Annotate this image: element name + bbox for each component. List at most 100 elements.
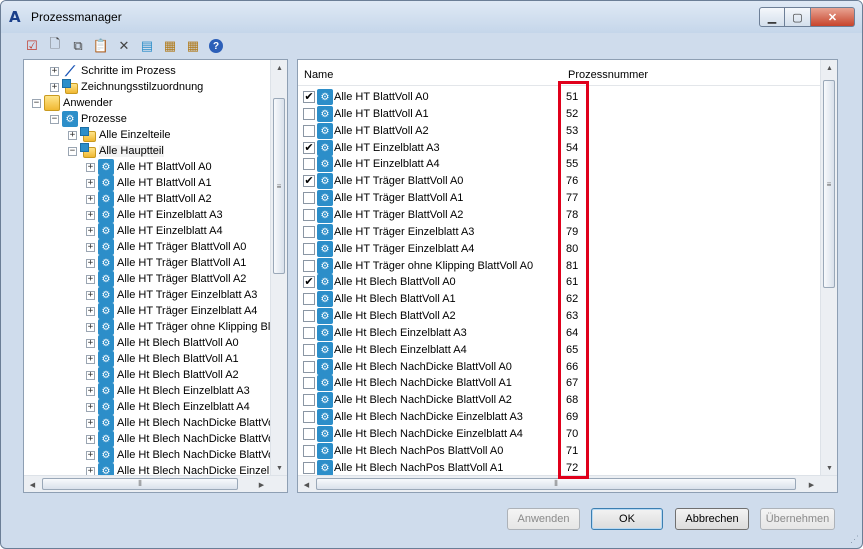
tree-node[interactable]: + ⚙ Alle Ht Blech Einzelblatt A3 xyxy=(86,383,250,399)
tree-node[interactable]: + ⚙ Alle HT BlattVoll A0 xyxy=(86,159,212,175)
import-icon[interactable]: ▦ xyxy=(161,37,179,55)
copy-icon[interactable]: ⧉ xyxy=(69,37,87,55)
row-checkbox[interactable] xyxy=(303,293,315,305)
expand-icon[interactable]: + xyxy=(86,306,95,316)
tree-node[interactable]: + ⚙ Alle Ht Blech NachDicke BlattVol xyxy=(86,447,272,463)
tree-node[interactable]: + ⚙ Alle HT Träger Einzelblatt A4 xyxy=(86,303,257,319)
tree-node[interactable]: + ⚙ Alle HT Träger BlattVoll A0 xyxy=(86,239,246,255)
expand-icon[interactable]: + xyxy=(86,450,95,460)
expand-icon[interactable]: + xyxy=(86,162,95,172)
tree-scroll-thumb[interactable]: ≡ xyxy=(273,98,285,274)
accept-button[interactable]: Übernehmen xyxy=(760,508,835,530)
row-checkbox[interactable] xyxy=(303,428,315,440)
row-checkbox[interactable] xyxy=(303,260,315,272)
tree-node[interactable]: + ⚙ Alle HT BlattVoll A2 xyxy=(86,191,212,207)
row-checkbox[interactable] xyxy=(303,377,315,389)
row-checkbox[interactable]: ✔ xyxy=(303,142,315,154)
row-checkbox[interactable] xyxy=(303,108,315,120)
tree-horizontal-scrollbar[interactable]: ◀ ⦀ ▶ xyxy=(24,475,287,492)
expand-icon[interactable]: + xyxy=(50,82,59,92)
scroll-right-icon[interactable]: ▶ xyxy=(253,476,270,492)
row-checkbox[interactable] xyxy=(303,361,315,373)
collapse-icon[interactable]: − xyxy=(32,98,41,108)
scroll-left-icon[interactable]: ◀ xyxy=(298,476,315,492)
row-checkbox[interactable] xyxy=(303,125,315,137)
tree-node[interactable]: + ⚙ Alle HT BlattVoll A1 xyxy=(86,175,212,191)
row-checkbox[interactable]: ✔ xyxy=(303,91,315,103)
tree-node[interactable]: − ⚙ Prozesse xyxy=(50,111,127,127)
export-icon[interactable]: ▦ xyxy=(184,37,202,55)
new-icon[interactable]: 🗋 xyxy=(46,36,64,55)
expand-icon[interactable]: + xyxy=(86,338,95,348)
expand-icon[interactable]: + xyxy=(86,370,95,380)
tree-node[interactable]: + Alle Einzelteile xyxy=(68,127,171,143)
tree-hscroll-thumb[interactable]: ⦀ xyxy=(42,478,238,490)
cancel-button[interactable]: Abbrechen xyxy=(675,508,749,530)
tree-node[interactable]: + ⚙ Alle HT Träger Einzelblatt A3 xyxy=(86,287,257,303)
row-checkbox[interactable]: ✔ xyxy=(303,276,315,288)
collapse-icon[interactable]: − xyxy=(68,146,77,156)
row-checkbox[interactable] xyxy=(303,310,315,322)
properties-icon[interactable]: ☑ xyxy=(23,37,41,55)
tree-node[interactable]: + ⚙ Alle Ht Blech BlattVoll A1 xyxy=(86,351,239,367)
expand-icon[interactable]: + xyxy=(86,322,95,332)
tree-node[interactable]: + ⚙ Alle HT Träger ohne Klipping Bla xyxy=(86,319,272,335)
expand-icon[interactable]: + xyxy=(68,130,77,140)
tree-node[interactable]: − Alle Hauptteil xyxy=(68,143,164,159)
row-checkbox[interactable] xyxy=(303,411,315,423)
expand-icon[interactable]: + xyxy=(86,258,95,268)
row-checkbox[interactable] xyxy=(303,226,315,238)
scroll-left-icon[interactable]: ◀ xyxy=(24,476,41,492)
apply-button[interactable]: Anwenden xyxy=(507,508,580,530)
expand-icon[interactable]: + xyxy=(86,178,95,188)
tree-node[interactable]: + ⚙ Alle HT Träger BlattVoll A1 xyxy=(86,255,246,271)
row-checkbox[interactable] xyxy=(303,445,315,457)
row-checkbox[interactable] xyxy=(303,462,315,474)
expand-icon[interactable]: + xyxy=(86,210,95,220)
row-checkbox[interactable] xyxy=(303,158,315,170)
delete-icon[interactable]: ✕ xyxy=(115,37,133,55)
row-checkbox[interactable] xyxy=(303,327,315,339)
collapse-icon[interactable]: − xyxy=(50,114,59,124)
tree-node[interactable]: + ⚙ Alle Ht Blech NachDicke BlattVol xyxy=(86,431,272,447)
close-button[interactable]: ✕ xyxy=(811,7,855,27)
paste-icon[interactable]: 📋 xyxy=(92,37,110,55)
list-vertical-scrollbar[interactable]: ▲ ≡ ▼ xyxy=(820,60,837,477)
tree-node[interactable]: + Zeichnungsstilzuordnung xyxy=(50,79,203,95)
tree-node[interactable]: + ⚙ Alle HT Einzelblatt A3 xyxy=(86,207,223,223)
move-icon[interactable]: ▤ xyxy=(138,37,156,55)
expand-icon[interactable]: + xyxy=(86,434,95,444)
ok-button[interactable]: OK xyxy=(591,508,663,530)
tree-node[interactable]: − Anwender xyxy=(32,95,113,111)
row-checkbox[interactable] xyxy=(303,243,315,255)
tree-node[interactable]: + ⚙ Alle HT Träger BlattVoll A2 xyxy=(86,271,246,287)
expand-icon[interactable]: + xyxy=(86,418,95,428)
list-scroll-thumb[interactable]: ≡ xyxy=(823,80,835,288)
row-checkbox[interactable] xyxy=(303,192,315,204)
expand-icon[interactable]: + xyxy=(86,402,95,412)
scroll-right-icon[interactable]: ▶ xyxy=(803,476,820,492)
scroll-up-icon[interactable]: ▲ xyxy=(271,60,287,77)
minimize-button[interactable]: ▁ xyxy=(759,7,785,27)
help-icon[interactable]: ? xyxy=(207,37,225,55)
row-checkbox[interactable] xyxy=(303,394,315,406)
row-checkbox[interactable] xyxy=(303,344,315,356)
expand-icon[interactable]: + xyxy=(86,194,95,204)
expand-icon[interactable]: + xyxy=(50,66,59,76)
tree-vertical-scrollbar[interactable]: ▲ ≡ ▼ xyxy=(270,60,287,477)
column-header-process-number[interactable]: Prozessnummer xyxy=(568,69,648,81)
scroll-up-icon[interactable]: ▲ xyxy=(821,60,837,77)
expand-icon[interactable]: + xyxy=(86,290,95,300)
expand-icon[interactable]: + xyxy=(86,386,95,396)
tree-node[interactable]: + ⚙ Alle Ht Blech BlattVoll A2 xyxy=(86,367,239,383)
maximize-button[interactable]: ▢ xyxy=(785,7,811,27)
expand-icon[interactable]: + xyxy=(86,226,95,236)
tree-node[interactable]: + ⚙ Alle Ht Blech BlattVoll A0 xyxy=(86,335,239,351)
row-checkbox[interactable]: ✔ xyxy=(303,175,315,187)
list-hscroll-thumb[interactable]: ⦀ xyxy=(316,478,796,490)
tree-node[interactable]: + ⚙ Alle Ht Blech NachDicke BlattVol xyxy=(86,415,272,431)
tree-node[interactable]: + ⚙ Alle Ht Blech Einzelblatt A4 xyxy=(86,399,250,415)
expand-icon[interactable]: + xyxy=(86,274,95,284)
resize-grip-icon[interactable]: ⋰ xyxy=(850,534,859,545)
tree-node[interactable]: + ⚙ Alle HT Einzelblatt A4 xyxy=(86,223,223,239)
